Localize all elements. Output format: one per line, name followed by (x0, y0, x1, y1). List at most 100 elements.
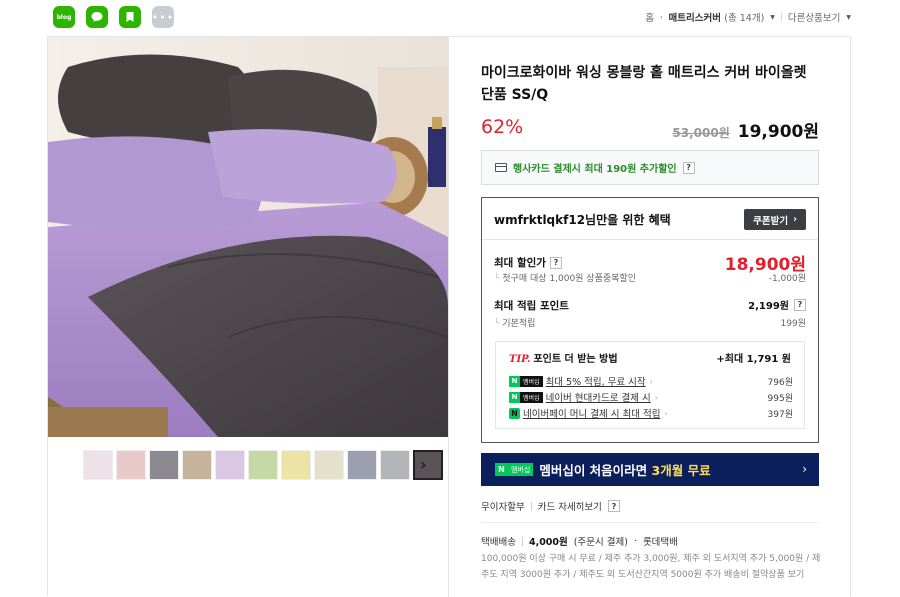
chevron-right-icon: › (654, 392, 658, 402)
base-point-value: 199원 (780, 319, 806, 329)
bookmark-share-icon[interactable] (119, 6, 141, 28)
tip-row-amount: 397원 (767, 409, 793, 420)
badge-label: 멤버십 (520, 375, 543, 387)
thumb-9[interactable] (347, 450, 377, 480)
naver-n-icon: N (495, 463, 508, 476)
more-share-icon[interactable]: ••• (152, 6, 174, 28)
thumb-6[interactable] (248, 450, 278, 480)
thumb-3[interactable] (149, 450, 179, 480)
dot-separator: · (633, 535, 637, 547)
shipping-carrier: 롯데택배 (642, 537, 678, 548)
naver-membership-badge-icon: N 멤버십 (509, 391, 543, 403)
tip-total: +최대 1,791 원 (716, 354, 791, 365)
other-products-link[interactable]: 다른상품보기 (788, 10, 840, 24)
tip-row-naverpay[interactable]: N 네이버페이 머니 결제 시 최대 적립 › 397원 (509, 406, 793, 420)
thumbnail-next-icon[interactable]: › (420, 455, 427, 474)
more-share-label: ••• (151, 10, 175, 24)
max-point-label: 최대 적립 포인트 (494, 300, 569, 312)
payment-help-icon[interactable]: ? (607, 500, 620, 512)
tip-row-label: 네이버페이 머니 결제 시 최대 적립 (523, 409, 661, 420)
tip-row-label: 네이버 현대카드로 결제 시 (545, 393, 651, 404)
naver-membership-badge-icon: N 멤버십 (509, 375, 543, 387)
chevron-right-icon: › (649, 376, 653, 386)
discount-rate: 62% (481, 116, 524, 138)
price-block: 53,000원 19,900원 (672, 117, 819, 142)
thumb-2[interactable] (116, 450, 146, 480)
tip-row-membership[interactable]: N 멤버십 최대 5% 적립, 무료 시작 › 796원 (509, 374, 793, 388)
shipping-fee: 4,000원 (528, 537, 568, 548)
breadcrumb-home[interactable]: 홈 (645, 10, 654, 24)
banner-text-highlight: 3개월 무료 (651, 463, 711, 478)
naver-pay-icon: N (509, 407, 520, 419)
base-point-label: 기본적립 (494, 316, 535, 329)
card-promo-box: 행사카드 결제시 최대 190원 추가할인 ? (481, 150, 819, 185)
first-order-note: 첫구매 대상 1,000원 상품중복할인 (494, 271, 636, 284)
thumb-5[interactable] (215, 450, 245, 480)
chevron-right-icon: › (664, 408, 668, 418)
shipping-label: 택배배송 (481, 537, 516, 548)
chevron-right-icon: › (793, 214, 797, 225)
top-bar: blog ••• 홈 › 매트리스커버 (총 14개) ▼ 다른상품보기 ▼ (0, 0, 900, 36)
max-discount-row: 최대 할인가 ? (494, 255, 562, 270)
max-point-help-icon[interactable]: ? (794, 298, 806, 311)
tip-row-amount: 995원 (767, 393, 793, 404)
card-promo-help-icon[interactable]: ? (682, 161, 695, 174)
thumb-1[interactable] (83, 450, 113, 480)
thumbnail-strip (83, 450, 443, 480)
section-divider (481, 522, 819, 523)
coupon-button-label: 쿠폰받기 (753, 215, 789, 227)
share-icons: blog ••• (53, 6, 174, 28)
coupon-button[interactable]: 쿠폰받기 › (744, 209, 806, 230)
shipping-note: 100,000원 이상 구매 시 무료 / 제주 추가 3,000원, 제주 외… (481, 554, 821, 580)
breadcrumb-count: (총 14개) (724, 13, 765, 24)
chevron-down-icon[interactable]: ▼ (846, 14, 851, 21)
thumb-7[interactable] (281, 450, 311, 480)
original-price: 53,000원 (672, 126, 730, 140)
blog-share-label: blog (56, 13, 72, 21)
shipping-summary: 택배배송 4,000원 (주문시 결제) · 롯데택배 (481, 534, 678, 549)
shipping-fee-note: (주문시 결제) (573, 537, 628, 548)
talk-share-icon[interactable] (86, 6, 108, 28)
membership-banner[interactable]: N 멤버십 멤버십이 처음이라면 3개월 무료 › (481, 453, 819, 486)
tip-row-amount: 796원 (767, 377, 793, 388)
sale-price: 19,900원 (737, 122, 819, 142)
product-main-image (48, 37, 448, 437)
chevron-right-icon: › (802, 462, 807, 476)
card-promo-text: 행사카드 결제시 최대 190원 추가할인 (513, 164, 677, 175)
tip-title: TIP. 포인트 더 받는 방법 (509, 350, 618, 365)
credit-card-icon (495, 163, 507, 172)
max-point-value: 2,199원 (748, 301, 789, 312)
payment-links: 무이자할부 카드 자세히보기 ? (481, 499, 620, 513)
breadcrumb-arrow-icon: › (660, 13, 663, 21)
max-discount-help-icon[interactable]: ? (549, 256, 562, 269)
product-title: 마이크로화이바 워싱 몽블랑 홑 매트리스 커버 바이올렛 단품 SS/Q (481, 65, 807, 103)
tip-box: TIP. 포인트 더 받는 방법 +최대 1,791 원 N 멤버십 최대 5% 적… (495, 341, 805, 429)
benefit-box: wmfrktlqkf12님만을 위한 혜택 쿠폰받기 › 최대 할인가 ? 18… (481, 197, 819, 443)
thumb-10[interactable] (380, 450, 410, 480)
breadcrumb: 홈 › 매트리스커버 (총 14개) ▼ 다른상품보기 ▼ (645, 10, 851, 24)
tip-title-text: 포인트 더 받는 방법 (533, 354, 618, 365)
divider (521, 536, 523, 546)
membership-banner-text: 멤버십이 처음이라면 3개월 무료 (539, 460, 710, 479)
max-discount-label: 최대 할인가 (494, 257, 546, 269)
tip-row-hyundai-card[interactable]: N 멤버십 네이버 현대카드로 결제 시 › 995원 (509, 390, 793, 404)
column-divider (448, 37, 449, 597)
breadcrumb-category[interactable]: 매트리스커버 (총 14개) (669, 10, 765, 24)
bedding-photo (48, 37, 448, 437)
first-order-amount: -1,000원 (768, 274, 806, 284)
tip-row-label: 최대 5% 적립, 무료 시작 (545, 377, 646, 388)
membership-badge: 멤버십 (508, 463, 534, 476)
badge-label: 멤버십 (520, 391, 543, 403)
breadcrumb-category-label: 매트리스커버 (668, 13, 721, 24)
thumb-11[interactable] (413, 450, 443, 480)
card-detail-link[interactable]: 카드 자세히보기 (538, 499, 602, 513)
breadcrumb-divider (780, 12, 782, 22)
chevron-down-icon[interactable]: ▼ (770, 14, 775, 21)
divider (530, 501, 532, 511)
thumb-4[interactable] (182, 450, 212, 480)
banner-text-main: 멤버십이 처음이라면 (539, 463, 652, 478)
thumb-8[interactable] (314, 450, 344, 480)
installment-link[interactable]: 무이자할부 (481, 499, 525, 513)
blog-share-icon[interactable]: blog (53, 6, 75, 28)
benefit-title: wmfrktlqkf12님만을 위한 혜택 (494, 213, 671, 227)
